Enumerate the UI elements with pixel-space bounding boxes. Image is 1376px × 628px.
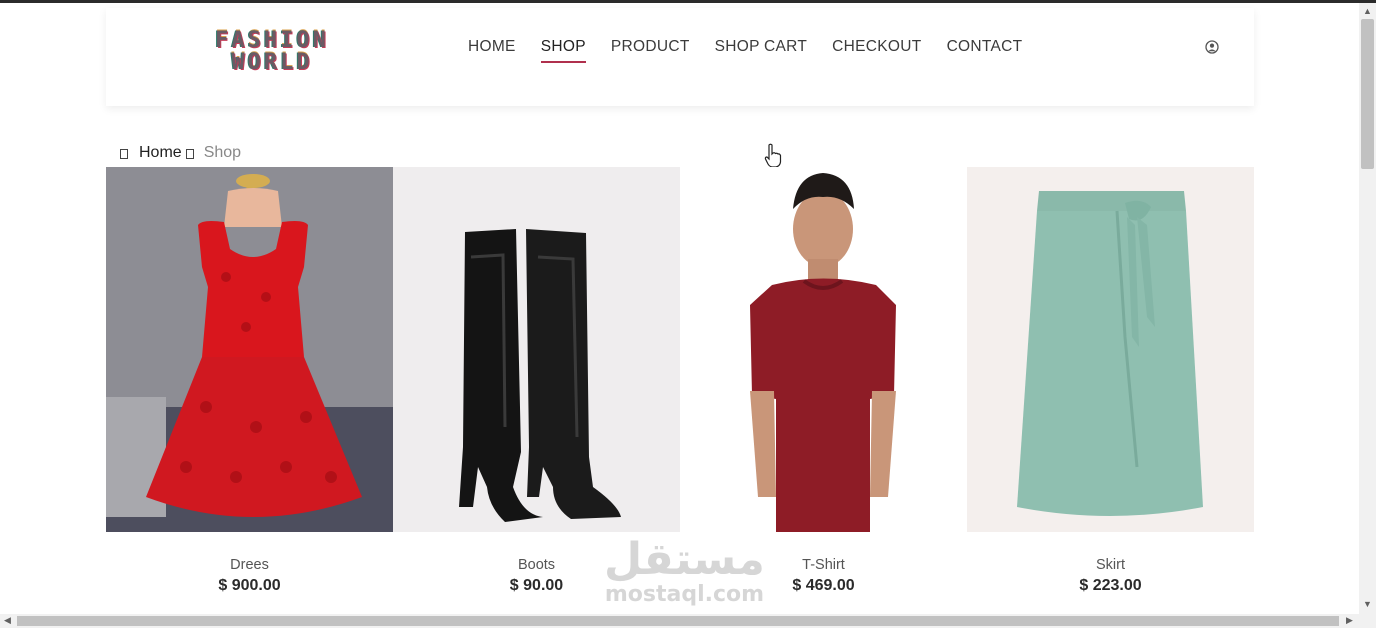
scroll-down-arrow-icon[interactable]: ▼ xyxy=(1363,599,1372,609)
product-card-dress[interactable]: Drees $ 900.00 xyxy=(106,167,393,595)
site-logo[interactable]: FASHION WORLD xyxy=(174,30,370,74)
product-card-boots[interactable]: Boots $ 90.00 xyxy=(393,167,680,595)
nav-checkout[interactable]: CHECKOUT xyxy=(832,38,921,63)
red-tshirt-image[interactable] xyxy=(680,167,967,532)
home-icon xyxy=(120,148,128,159)
scroll-right-arrow-icon[interactable]: ▶ xyxy=(1346,615,1353,626)
breadcrumb-home-link[interactable]: Home xyxy=(139,144,182,162)
horizontal-scrollbar[interactable]: ◀ ▶ xyxy=(0,614,1376,628)
watermark-arabic: مستقل xyxy=(604,534,765,585)
hand-cursor-icon xyxy=(764,143,782,168)
product-name[interactable]: Drees xyxy=(106,557,393,573)
scroll-left-arrow-icon[interactable]: ◀ xyxy=(4,615,11,626)
watermark: مستقل mostaql.com xyxy=(604,536,765,606)
breadcrumb-current: Shop xyxy=(203,144,242,161)
horizontal-scroll-thumb[interactable] xyxy=(17,616,1339,626)
vertical-scroll-thumb[interactable] xyxy=(1361,19,1374,169)
nav-product[interactable]: PRODUCT xyxy=(611,38,690,63)
site-header: FASHION WORLD HOME SHOP PRODUCT SHOP CAR… xyxy=(106,8,1254,106)
product-price: $ 900.00 xyxy=(218,577,281,594)
nav-home[interactable]: HOME xyxy=(468,38,516,63)
product-card-tshirt[interactable]: T-Shirt $ 469.00 xyxy=(680,167,967,595)
product-price: $ 223.00 xyxy=(1079,577,1142,594)
red-dress-image[interactable] xyxy=(106,167,393,532)
nav-contact[interactable]: CONTACT xyxy=(947,38,1023,63)
vertical-scrollbar[interactable]: ▲ ▼ xyxy=(1359,3,1376,614)
scroll-up-arrow-icon[interactable]: ▲ xyxy=(1363,6,1372,16)
black-boots-image[interactable] xyxy=(393,167,680,532)
product-card-skirt[interactable]: Skirt $ 223.00 xyxy=(967,167,1254,595)
product-grid: Drees $ 900.00 Boots $ 90.00 T-Shirt $ 4… xyxy=(106,167,1254,595)
main-nav: HOME SHOP PRODUCT SHOP CART CHECKOUT CON… xyxy=(468,38,1047,63)
logo-line-2: WORLD xyxy=(231,50,313,75)
window-top-border xyxy=(0,0,1376,3)
watermark-latin: mostaql.com xyxy=(604,582,765,607)
logo-line-1: FASHION xyxy=(215,28,329,53)
breadcrumb-separator-icon xyxy=(185,148,194,159)
breadcrumb: Home Shop xyxy=(120,144,241,162)
green-skirt-image[interactable] xyxy=(967,167,1254,532)
product-name[interactable]: Skirt xyxy=(967,557,1254,573)
nav-shop-cart[interactable]: SHOP CART xyxy=(715,38,808,63)
user-circle-icon[interactable] xyxy=(1205,40,1219,54)
nav-shop[interactable]: SHOP xyxy=(540,38,586,63)
